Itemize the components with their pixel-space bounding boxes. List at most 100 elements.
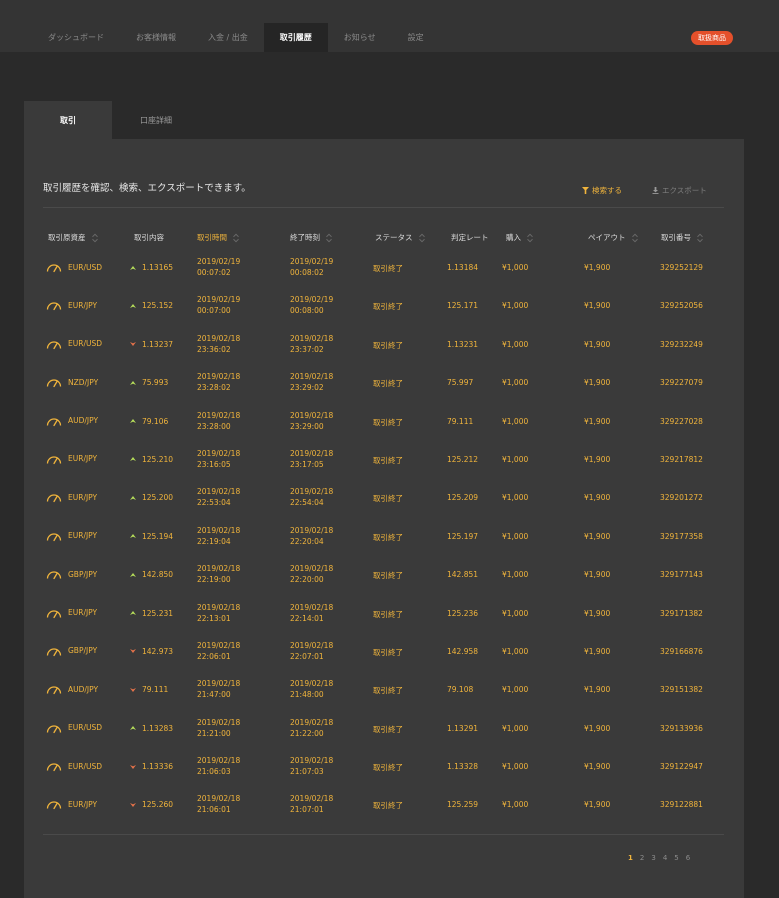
- table-row[interactable]: AUD/JPY 79.106 2019/02/18 23:28:00 2019/02/1…: [24, 403, 744, 441]
- table-row[interactable]: NZD/JPY 75.993 2019/02/18 23:28:02 2019/02/1…: [24, 364, 744, 402]
- trade-clock: 21:06:03: [197, 767, 231, 777]
- table-row[interactable]: EUR/USD 1.13165 2019/02/19 00:07:02 2019/02/…: [24, 249, 744, 287]
- column-header-trade-number[interactable]: 取引番号: [661, 232, 703, 243]
- end-date: 2019/02/18: [290, 487, 334, 497]
- end-clock: 00:08:02: [290, 268, 324, 277]
- nav-item-dashboard[interactable]: ダッシュボード: [32, 23, 120, 52]
- page-link-6[interactable]: 6: [686, 854, 690, 862]
- column-header-trade-time[interactable]: 取引時間: [197, 232, 239, 243]
- trade-date: 2019/02/18: [197, 410, 241, 420]
- gauge-icon: [46, 379, 62, 388]
- judge-rate: 125.171: [447, 301, 479, 311]
- payout-amount: ¥1,900: [584, 608, 611, 618]
- page-link-1[interactable]: 1: [628, 854, 633, 862]
- gauge-icon: [46, 264, 62, 273]
- end-date: 2019/02/18: [290, 679, 334, 689]
- end-time-cell: 2019/02/18 23:17:05: [290, 448, 333, 470]
- table-row[interactable]: EUR/JPY 125.260 2019/02/18 21:06:01 2019/02/…: [24, 786, 744, 824]
- trade-clock: 22:06:01: [197, 651, 231, 661]
- arrow-down-icon: [130, 802, 136, 807]
- gauge-icon: [46, 417, 62, 426]
- status-text: 取引終了: [373, 302, 403, 312]
- table-row[interactable]: GBP/JPY 142.850 2019/02/18 22:19:00 2019/02/…: [24, 556, 744, 594]
- gauge-icon: [46, 302, 62, 311]
- column-header-label: 取引番号: [661, 233, 691, 242]
- judge-rate: 1.13291: [447, 723, 479, 733]
- column-header-payout[interactable]: ペイアウト: [588, 232, 638, 243]
- payout-amount: ¥1,900: [584, 531, 611, 541]
- page-link-4[interactable]: 4: [663, 854, 667, 862]
- table-row[interactable]: EUR/USD 1.13237 2019/02/18 23:36:02 2019/02/…: [24, 326, 744, 364]
- purchase-amount: ¥1,000: [502, 301, 529, 311]
- judge-rate: 125.259: [447, 800, 479, 810]
- end-date: 2019/02/18: [290, 564, 334, 574]
- end-time-cell: 2019/02/18 21:07:01: [290, 793, 333, 815]
- table-row[interactable]: AUD/JPY 79.111 2019/02/18 21:47:00 2019/02/1…: [24, 671, 744, 709]
- asset-cell: EUR/JPY: [46, 453, 97, 465]
- nav-item-deposit-withdraw[interactable]: 入金 / 出金: [192, 23, 264, 52]
- trade-number: 329133936: [660, 723, 703, 733]
- gauge-icon: [46, 494, 62, 503]
- payout-amount: ¥1,900: [584, 646, 611, 656]
- arrow-up-icon: [130, 726, 136, 731]
- asset-cell: EUR/USD: [46, 261, 102, 273]
- trade-number: 329252056: [660, 301, 703, 311]
- column-header-status[interactable]: ステータス: [375, 232, 425, 243]
- asset-name: NZD/JPY: [68, 377, 99, 387]
- table-row[interactable]: EUR/USD 1.13283 2019/02/18 21:21:00 2019/02/…: [24, 710, 744, 748]
- sort-icon: [418, 233, 425, 242]
- table-row[interactable]: EUR/JPY 125.194 2019/02/18 22:19:04 2019/02/…: [24, 518, 744, 556]
- history-tabs: 取引 口座詳細: [24, 101, 200, 139]
- nav-item-notices[interactable]: お知らせ: [328, 23, 392, 52]
- trade-date: 2019/02/18: [197, 487, 241, 497]
- table-row[interactable]: EUR/JPY 125.231 2019/02/18 22:13:01 2019/02/…: [24, 595, 744, 633]
- table-row[interactable]: EUR/USD 1.13336 2019/02/18 21:06:03 2019/02/…: [24, 748, 744, 786]
- arrow-down-icon: [130, 687, 136, 692]
- column-header-purchase[interactable]: 購入: [506, 232, 533, 243]
- tab-trades[interactable]: 取引: [24, 101, 112, 139]
- page-link-2[interactable]: 2: [640, 854, 644, 862]
- download-icon: [652, 187, 659, 194]
- table-row[interactable]: EUR/JPY 125.152 2019/02/19 00:07:00 2019/02/…: [24, 287, 744, 325]
- column-header-judge-rate[interactable]: 判定レート: [451, 232, 489, 243]
- gauge-icon: [46, 609, 62, 618]
- column-header-asset[interactable]: 取引原資産: [48, 232, 98, 243]
- trade-clock: 22:53:04: [197, 498, 231, 508]
- asset-cell: EUR/USD: [46, 722, 102, 734]
- column-header-trade-content[interactable]: 取引内容: [134, 232, 164, 243]
- trade-date: 2019/02/18: [197, 717, 241, 727]
- status-text: 取引終了: [373, 763, 403, 773]
- arrow-up-icon: [130, 265, 136, 270]
- end-date: 2019/02/18: [290, 756, 334, 766]
- entry-rate: 125.194: [142, 531, 174, 541]
- nav-item-customer-info[interactable]: お客様情報: [120, 23, 192, 52]
- column-header-label: 購入: [506, 233, 521, 242]
- export-button[interactable]: エクスポート: [652, 185, 707, 196]
- tab-account-details[interactable]: 口座詳細: [112, 101, 200, 139]
- page-link-5[interactable]: 5: [674, 854, 678, 862]
- trade-number: 329227079: [660, 378, 703, 388]
- asset-cell: NZD/JPY: [46, 376, 98, 388]
- column-header-end-time[interactable]: 終了時刻: [290, 232, 332, 243]
- entry-rate: 79.106: [142, 416, 169, 426]
- search-button[interactable]: 検索する: [582, 185, 622, 196]
- purchase-amount: ¥1,000: [502, 762, 529, 772]
- products-badge[interactable]: 取扱商品: [691, 31, 733, 45]
- purchase-amount: ¥1,000: [502, 570, 529, 580]
- table-row[interactable]: EUR/JPY 125.200 2019/02/18 22:53:04 2019/02/…: [24, 479, 744, 517]
- gauge-icon: [46, 456, 62, 465]
- page-link-3[interactable]: 3: [651, 854, 655, 862]
- nav-item-trade-history[interactable]: 取引履歴: [263, 23, 328, 52]
- asset-name: EUR/USD: [68, 339, 102, 349]
- end-date: 2019/02/18: [290, 448, 334, 458]
- end-date: 2019/02/19: [290, 257, 334, 266]
- trade-number: 329177358: [660, 531, 703, 541]
- trade-number: 329151382: [660, 685, 703, 695]
- gauge-icon: [46, 763, 62, 772]
- table-row[interactable]: EUR/JPY 125.210 2019/02/18 23:16:05 2019/02/…: [24, 441, 744, 479]
- nav-item-settings[interactable]: 設定: [392, 23, 440, 52]
- table-row[interactable]: GBP/JPY 142.973 2019/02/18 22:06:01 2019/02/…: [24, 633, 744, 671]
- trade-clock: 21:06:01: [197, 805, 231, 815]
- trade-content-cell: 79.106: [130, 417, 168, 426]
- gauge-icon: [46, 341, 62, 349]
